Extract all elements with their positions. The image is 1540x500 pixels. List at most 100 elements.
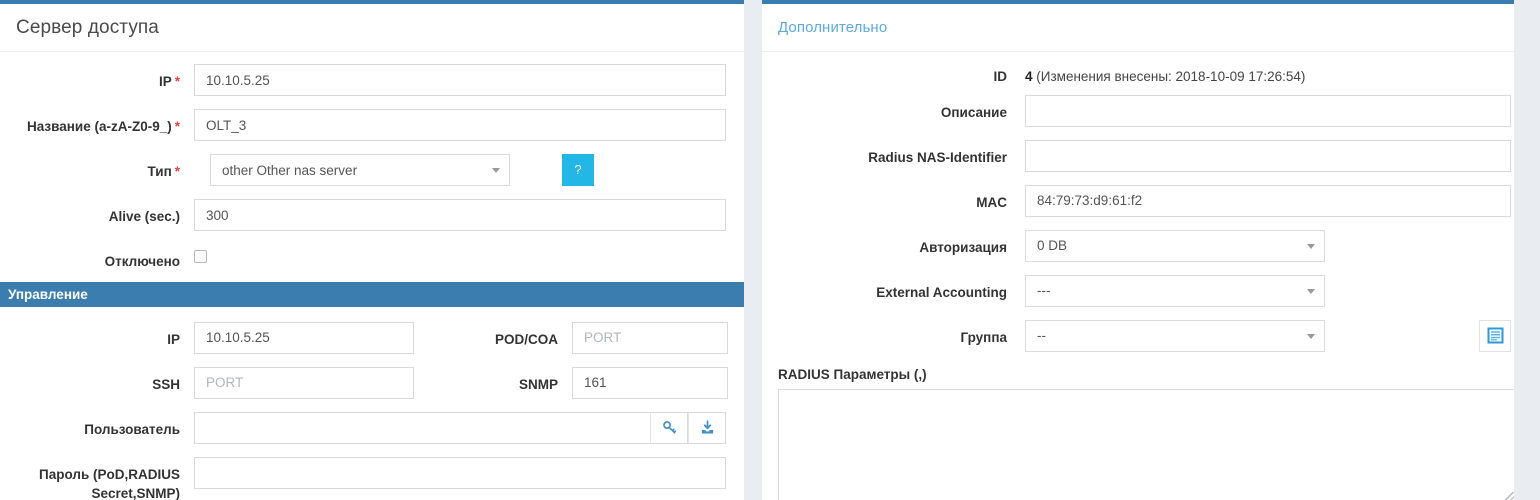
field-row-mac: MAC <box>762 184 1514 217</box>
control-external-accounting: --- <box>1025 274 1325 307</box>
user-key-button[interactable] <box>650 411 688 444</box>
label-mgmt-ip: IP <box>167 331 180 347</box>
label-external-accounting: External Accounting <box>876 284 1007 300</box>
name-input[interactable] <box>194 109 726 141</box>
control-type: other Other nas server ? <box>210 154 594 186</box>
chevron-down-icon <box>1307 333 1315 339</box>
id-meta: (Изменения внесены: 2018-10-09 17:26:54) <box>1036 69 1306 84</box>
description-input[interactable] <box>1025 94 1511 127</box>
required-marker: * <box>174 164 180 179</box>
label-mac: MAC <box>976 194 1007 210</box>
group-picker-button[interactable] <box>1479 319 1511 352</box>
right-panel-header: Дополнительно <box>762 4 1514 52</box>
field-row-name: Название (a-zA-Z0-9_) * <box>0 109 744 141</box>
label-radius-nas-id: Radius NAS-Identifier <box>868 149 1007 165</box>
chevron-down-icon <box>1307 243 1315 249</box>
field-row-ssh-snmp: SSH SNMP <box>0 366 744 399</box>
field-row-user: Пользователь <box>0 411 744 444</box>
ip-input[interactable] <box>194 64 726 96</box>
radius-params-wrapper <box>778 388 1514 500</box>
control-radius-nas-id <box>1025 139 1511 172</box>
snmp-input[interactable] <box>572 366 728 399</box>
user-input[interactable] <box>194 411 650 444</box>
page-title: Сервер доступа <box>16 16 159 38</box>
label-authorization: Авторизация <box>919 239 1007 255</box>
control-name <box>194 109 726 141</box>
disabled-checkbox[interactable] <box>194 250 207 263</box>
section-header-management: Управление <box>0 281 744 307</box>
group-select-value: -- <box>1037 328 1046 344</box>
field-row-mgmt-ip-pod: IP POD/COA <box>0 321 744 354</box>
field-row-disabled: Отключено <box>0 244 744 272</box>
control-snmp <box>572 366 728 399</box>
external-accounting-select[interactable]: --- <box>1025 274 1325 307</box>
label-alive: Alive (sec.) <box>108 209 180 224</box>
control-authorization: 0 DB <box>1025 229 1325 262</box>
chevron-down-icon <box>492 168 500 173</box>
label-group: Группа <box>960 329 1007 345</box>
additional-panel: Дополнительно ID 4 (Изменения внесены: 2… <box>762 0 1514 500</box>
control-pod-coa <box>572 321 728 354</box>
field-row-password: Пароль (PoD,RADIUS Secret,SNMP) <box>0 456 744 500</box>
field-row-id: ID 4 (Изменения внесены: 2018-10-09 17:2… <box>762 61 1514 87</box>
left-panel-body: IP* Название (a-zA-Z0-9_)* Тип* other Ot… <box>0 64 744 500</box>
key-icon <box>662 421 676 434</box>
label-pod-coa: POD/COA <box>494 331 558 347</box>
label-name: Название (a-zA-Z0-9_) * <box>27 119 180 134</box>
field-row-external-accounting: External Accounting --- <box>762 274 1514 307</box>
label-password: Пароль (PoD,RADIUS Secret,SNMP) <box>39 466 180 500</box>
required-marker: * <box>174 74 180 89</box>
field-row-radius-nas-id: Radius NAS-Identifier <box>762 139 1514 172</box>
radius-nas-identifier-input[interactable] <box>1025 139 1511 172</box>
id-value: 4 <box>1025 69 1033 84</box>
left-panel-header: Сервер доступа <box>0 4 744 52</box>
field-row-type: Тип * other Other nas server ? <box>0 154 744 186</box>
label-id: ID <box>993 69 1008 84</box>
type-select[interactable]: other Other nas server <box>210 154 510 186</box>
field-row-authorization: Авторизация 0 DB <box>762 229 1514 262</box>
pod-coa-input[interactable] <box>572 321 728 354</box>
control-alive <box>194 199 726 231</box>
label-snmp: SNMP <box>518 376 558 392</box>
group-select[interactable]: -- <box>1025 319 1325 352</box>
field-row-description: Описание <box>762 94 1514 127</box>
label-user: Пользователь <box>84 421 180 437</box>
form-screen: Сервер доступа IP* Название (a-zA-Z0-9_)… <box>0 0 1540 500</box>
authorization-select-value: 0 DB <box>1037 238 1068 254</box>
import-download-icon <box>701 420 713 434</box>
required-marker: * <box>174 119 180 134</box>
control-group: -- <box>1025 319 1511 352</box>
mgmt-ip-input[interactable] <box>194 321 414 354</box>
label-radius-params: RADIUS Параметры (,) <box>778 366 927 382</box>
control-mac <box>1025 184 1511 217</box>
authorization-select[interactable]: 0 DB <box>1025 229 1325 262</box>
control-password <box>194 456 726 489</box>
radius-params-textarea[interactable] <box>778 388 1514 500</box>
control-user <box>194 411 726 444</box>
access-server-panel: Сервер доступа IP* Название (a-zA-Z0-9_)… <box>0 0 744 500</box>
list-document-icon <box>1487 327 1503 344</box>
user-import-button[interactable] <box>688 411 726 444</box>
control-ip <box>194 64 726 96</box>
field-row-group: Группа -- <box>762 319 1514 352</box>
external-accounting-select-value: --- <box>1037 283 1051 299</box>
label-type: Тип * <box>147 164 180 179</box>
type-help-button[interactable]: ? <box>562 154 594 186</box>
control-ssh <box>194 366 414 399</box>
label-description: Описание <box>940 104 1007 120</box>
control-disabled <box>194 244 207 263</box>
additional-link[interactable]: Дополнительно <box>778 19 887 36</box>
field-row-ip: IP * <box>0 64 744 96</box>
label-disabled: Отключено <box>104 254 180 269</box>
mac-input[interactable] <box>1025 184 1511 217</box>
label-ip: IP * <box>158 74 180 89</box>
ssh-input[interactable] <box>194 366 414 399</box>
right-panel-body: ID 4 (Изменения внесены: 2018-10-09 17:2… <box>762 61 1514 500</box>
password-input[interactable] <box>194 456 726 489</box>
control-mgmt-ip <box>194 321 414 354</box>
field-row-alive: Alive (sec.) <box>0 199 744 231</box>
alive-input[interactable] <box>194 199 726 231</box>
control-id: 4 (Изменения внесены: 2018-10-09 17:26:5… <box>1025 61 1305 86</box>
label-ssh: SSH <box>152 376 180 392</box>
field-block-radius-params: RADIUS Параметры (,) <box>762 367 1514 500</box>
